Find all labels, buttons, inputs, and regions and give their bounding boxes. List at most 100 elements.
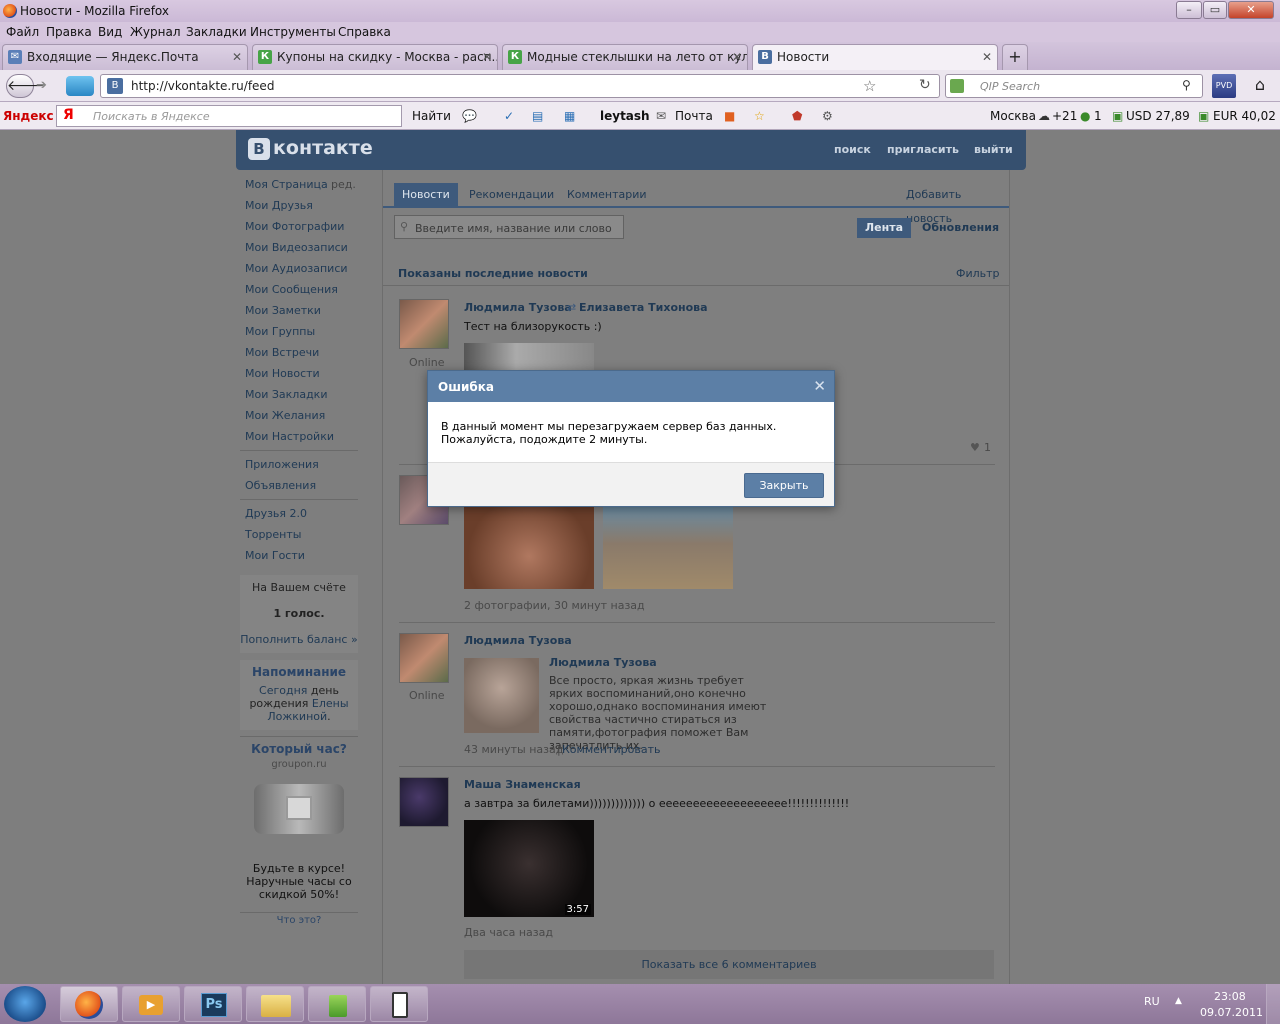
photo-thumbnail[interactable]: [464, 507, 594, 589]
taskbar-device[interactable]: [370, 986, 428, 1022]
star-icon[interactable]: ☆: [863, 77, 876, 95]
post-image[interactable]: [464, 343, 594, 373]
avatar[interactable]: [399, 633, 449, 683]
comment-link[interactable]: Комментировать: [562, 743, 660, 756]
post-author[interactable]: Людмила Тузова: [464, 301, 572, 314]
yandex-mail-link[interactable]: Почта: [675, 109, 713, 123]
ad-text[interactable]: Будьте в курсе! Наручные часы со скидкой…: [240, 862, 358, 901]
header-link-invite[interactable]: пригласить: [887, 143, 959, 156]
ad-box[interactable]: Который час? groupon.ru Будьте в курсе! …: [240, 742, 358, 932]
post-author[interactable]: Маша Знаменская: [464, 778, 581, 791]
filter-link[interactable]: Фильтр: [956, 267, 1000, 280]
user-name[interactable]: leytash: [600, 109, 650, 123]
minimize-button[interactable]: –: [1176, 1, 1202, 19]
tab-recommendations[interactable]: Рекомендации: [469, 183, 554, 207]
vk-logo[interactable]: Вконтакте: [248, 137, 373, 160]
reminder-today-link[interactable]: Сегодня: [259, 684, 307, 697]
menu-edit[interactable]: Правка: [46, 25, 92, 39]
menu-item-friends2[interactable]: Друзья 2.0: [245, 507, 307, 520]
tray-arrow-icon[interactable]: ▲: [1175, 996, 1182, 1006]
menu-item-events[interactable]: Мои Встречи: [245, 346, 319, 359]
like-count[interactable]: 1: [984, 441, 991, 454]
menu-item-my-page[interactable]: Моя Страница: [245, 178, 328, 191]
qip-search-box[interactable]: QIP Search ⚲: [945, 74, 1203, 98]
back-icon[interactable]: 🡐: [6, 74, 45, 98]
home-icon[interactable]: ⌂: [1246, 74, 1274, 98]
menu-item-ads[interactable]: Объявления: [245, 479, 316, 492]
maximize-button[interactable]: ▭: [1203, 1, 1227, 19]
url-bar[interactable]: B http://vkontakte.ru/feed ☆ ↻: [100, 74, 940, 98]
close-tab-icon[interactable]: ✕: [732, 45, 742, 69]
search-icon[interactable]: ⚲: [1182, 78, 1191, 92]
ad-what-link[interactable]: Что это?: [240, 915, 358, 929]
tab-news[interactable]: Новости: [394, 183, 458, 207]
show-comments-button[interactable]: Показать все 6 комментариев: [464, 950, 994, 979]
reminder-person-last[interactable]: Ложкиной: [267, 710, 327, 723]
watch-image[interactable]: [254, 784, 344, 834]
tab-yandex-mail[interactable]: ✉ Входящие — Яндекс.Почта ✕: [2, 44, 248, 70]
menu-item-messages[interactable]: Мои Сообщения: [245, 283, 338, 296]
close-icon[interactable]: ✕: [813, 377, 826, 395]
taskbar-explorer[interactable]: [246, 986, 304, 1022]
clock-date[interactable]: 09.07.2011: [1200, 1006, 1263, 1019]
menu-item-guests[interactable]: Мои Гости: [245, 549, 305, 562]
close-tab-icon[interactable]: ✕: [482, 45, 492, 69]
photo-thumbnail[interactable]: [603, 507, 733, 589]
menu-item-photos[interactable]: Мои Фотографии: [245, 220, 344, 233]
url-text[interactable]: http://vkontakte.ru/feed: [131, 79, 274, 93]
feed-search-input[interactable]: ⚲ Введите имя, название или слово: [394, 215, 624, 239]
menu-tools[interactable]: Инструменты: [250, 25, 336, 39]
menu-view[interactable]: Вид: [98, 25, 122, 39]
yandex-find-button[interactable]: Найти: [412, 109, 451, 123]
chat-icon[interactable]: 💬: [462, 109, 477, 123]
menu-item-wishes[interactable]: Мои Желания: [245, 409, 325, 422]
feed-button[interactable]: Лента: [857, 218, 911, 238]
menu-item-news[interactable]: Мои Новости: [245, 367, 320, 380]
usd-rate[interactable]: USD 27,89: [1126, 109, 1190, 123]
header-link-search[interactable]: поиск: [834, 143, 871, 156]
menu-item-settings[interactable]: Мои Настройки: [245, 430, 334, 443]
traffic-level[interactable]: 1: [1094, 109, 1102, 123]
menu-edit-link[interactable]: ред.: [331, 178, 356, 191]
header-link-logout[interactable]: выйти: [974, 143, 1013, 156]
tab-glasses[interactable]: К Модные стеклышки на лето от кул... ✕: [502, 44, 748, 70]
menu-help[interactable]: Справка: [338, 25, 391, 39]
tab-comments[interactable]: Комментарии: [567, 183, 647, 207]
forward-icon[interactable]: ➔: [36, 78, 47, 93]
avatar[interactable]: [399, 777, 449, 827]
taskbar-photoshop[interactable]: Ps: [184, 986, 242, 1022]
updates-button[interactable]: Обновления: [922, 221, 999, 234]
clock-time[interactable]: 23:08: [1214, 990, 1246, 1003]
new-tab-button[interactable]: +: [1002, 44, 1028, 70]
yandex-logo[interactable]: Яндекс: [3, 109, 54, 123]
ad-title[interactable]: Который час?: [240, 742, 358, 756]
note-image[interactable]: [464, 658, 539, 733]
yandex-search-input[interactable]: Я Поискать в Яндексе: [56, 105, 402, 127]
start-button[interactable]: [4, 986, 46, 1022]
bookmark-icon[interactable]: ▦: [564, 109, 575, 123]
favorites-star-icon[interactable]: ☆: [754, 109, 765, 123]
taskbar-firefox[interactable]: [60, 986, 118, 1022]
fotki-icon[interactable]: ■: [724, 109, 735, 123]
city-label[interactable]: Москва: [990, 109, 1036, 123]
menu-history[interactable]: Журнал: [130, 25, 181, 39]
pvd-icon[interactable]: PVD: [1212, 74, 1236, 98]
check-icon[interactable]: ✓: [504, 109, 514, 123]
like-icon[interactable]: ♥: [970, 441, 980, 454]
repost-target[interactable]: Елизавета Тихонова: [579, 301, 708, 314]
menu-file[interactable]: Файл: [6, 25, 39, 39]
avatar[interactable]: [399, 299, 449, 349]
menu-item-videos[interactable]: Мои Видеозаписи: [245, 241, 348, 254]
close-button[interactable]: Закрыть: [744, 473, 824, 498]
tab-coupons[interactable]: К Купоны на скидку - Москва - расп... ✕: [252, 44, 498, 70]
menu-item-notes[interactable]: Мои Заметки: [245, 304, 321, 317]
shield-icon[interactable]: ⬟: [792, 109, 802, 123]
taskbar-media-player[interactable]: ▶: [122, 986, 180, 1022]
menu-item-bookmarks[interactable]: Мои Закладки: [245, 388, 327, 401]
menu-bookmarks[interactable]: Закладки: [186, 25, 247, 39]
reload-icon[interactable]: ↻: [919, 77, 931, 93]
menu-item-groups[interactable]: Мои Группы: [245, 325, 315, 338]
taskbar-app[interactable]: [308, 986, 366, 1022]
note-author[interactable]: Людмила Тузова: [549, 656, 657, 669]
gear-icon[interactable]: ⚙: [822, 109, 833, 123]
